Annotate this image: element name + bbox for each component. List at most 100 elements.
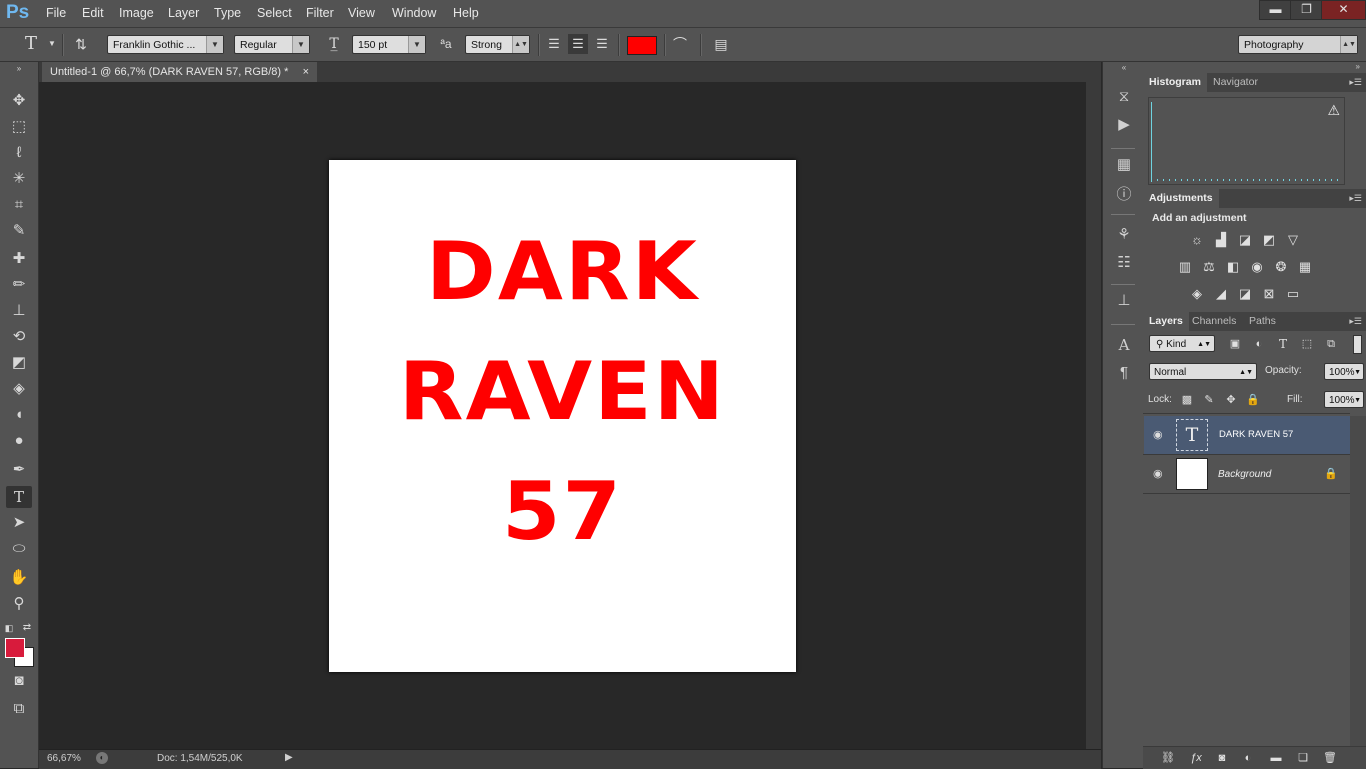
panel-menu-icon[interactable]: ▸☰ xyxy=(1349,77,1362,88)
share-icon[interactable]: ◐ xyxy=(96,752,108,764)
clone-source-icon[interactable]: ⊥ xyxy=(1113,290,1135,312)
character-icon[interactable]: A xyxy=(1113,334,1135,356)
menu-window[interactable]: Window xyxy=(392,6,436,20)
tab-layers[interactable]: Layers xyxy=(1143,312,1189,331)
move-tool-icon[interactable]: ✥ xyxy=(6,90,32,112)
tab-navigator[interactable]: Navigator xyxy=(1207,73,1264,92)
tab-adjustments[interactable]: Adjustments xyxy=(1143,189,1219,208)
text-color-swatch[interactable] xyxy=(627,36,657,55)
new-adjustment-layer-icon[interactable]: ◐ xyxy=(1239,750,1257,766)
close-tab-icon[interactable]: × xyxy=(303,62,309,82)
filter-pixel-icon[interactable]: ▣ xyxy=(1226,336,1244,352)
collapse-icon[interactable]: » xyxy=(1356,62,1360,71)
align-left-icon[interactable]: ☰ xyxy=(544,34,564,54)
warp-text-icon[interactable]: ⌒ xyxy=(670,34,690,54)
character-panel-icon[interactable]: ▤ xyxy=(711,34,731,54)
align-right-icon[interactable]: ☰ xyxy=(592,34,612,54)
panel-menu-icon[interactable]: ▸☰ xyxy=(1349,316,1362,327)
black-white-icon[interactable]: ◧ xyxy=(1224,259,1242,275)
menu-image[interactable]: Image xyxy=(119,6,154,20)
posterize-icon[interactable]: ◢ xyxy=(1212,286,1230,302)
blur-tool-icon[interactable]: ◖ xyxy=(6,404,32,426)
threshold-icon[interactable]: ◪ xyxy=(1236,286,1254,302)
text-orientation-icon[interactable]: ⇅ xyxy=(71,34,91,54)
lock-transparent-icon[interactable]: ▩ xyxy=(1178,392,1196,408)
hue-saturation-icon[interactable]: ▥ xyxy=(1176,259,1194,275)
eye-icon[interactable]: ◉ xyxy=(1153,467,1163,480)
fill-input[interactable]: 100% ▼ xyxy=(1324,391,1364,408)
layer-name[interactable]: Background xyxy=(1218,469,1271,480)
actions-play-icon[interactable]: ▶ xyxy=(1113,114,1135,136)
layer-row-background[interactable]: ◉ Background 🔒 xyxy=(1144,455,1350,493)
menu-select[interactable]: Select xyxy=(257,6,292,20)
filter-shape-icon[interactable]: ⬚ xyxy=(1298,336,1316,352)
brush-presets-icon[interactable]: ⚘ xyxy=(1113,224,1135,246)
new-layer-icon[interactable]: ❏ xyxy=(1294,750,1312,766)
link-layers-icon[interactable]: ⛓ xyxy=(1159,750,1177,766)
layer-row-text[interactable]: ◉ T DARK RAVEN 57 xyxy=(1144,416,1350,454)
blend-mode-select[interactable]: Normal ▲▼ xyxy=(1149,363,1257,380)
layers-scrollbar[interactable] xyxy=(1350,416,1366,746)
vibrance-icon[interactable]: ▽ xyxy=(1284,232,1302,248)
color-balance-icon[interactable]: ⚖ xyxy=(1200,259,1218,275)
menu-edit[interactable]: Edit xyxy=(82,6,104,20)
swatches-icon[interactable]: ▦ xyxy=(1113,154,1135,176)
layer-name[interactable]: DARK RAVEN 57 xyxy=(1219,429,1293,440)
layer-style-icon[interactable]: ƒx xyxy=(1187,750,1205,766)
zoom-tool-icon[interactable]: ⚲ xyxy=(6,593,32,615)
menu-type[interactable]: Type xyxy=(214,6,241,20)
close-button[interactable]: ✕ xyxy=(1321,0,1366,20)
font-size-select[interactable]: 150 pt ▼ xyxy=(352,35,426,54)
lock-position-icon[interactable]: ✥ xyxy=(1222,392,1240,408)
menu-filter[interactable]: Filter xyxy=(306,6,334,20)
font-family-select[interactable]: Franklin Gothic ... ▼ xyxy=(107,35,224,54)
history-icon[interactable]: ⧖ xyxy=(1113,86,1135,108)
layer-mask-icon[interactable]: ◙ xyxy=(1213,750,1231,766)
default-colors-icon[interactable]: ◧ xyxy=(2,617,16,639)
crop-tool-icon[interactable]: ⌗ xyxy=(6,194,32,216)
history-brush-tool-icon[interactable]: ⟲ xyxy=(6,326,32,348)
collapse-icon[interactable]: » xyxy=(6,64,32,74)
filter-adjustment-icon[interactable]: ◐ xyxy=(1250,336,1268,352)
zoom-level[interactable]: 66,67% xyxy=(47,753,81,764)
path-selection-tool-icon[interactable]: ➤ xyxy=(6,512,32,534)
tab-paths[interactable]: Paths xyxy=(1243,312,1282,331)
filter-type-icon[interactable]: T xyxy=(1274,336,1292,352)
menu-layer[interactable]: Layer xyxy=(168,6,199,20)
gradient-map-icon[interactable]: ▭ xyxy=(1284,286,1302,302)
brush-settings-icon[interactable]: ☷ xyxy=(1113,252,1135,274)
tab-channels[interactable]: Channels xyxy=(1186,312,1242,331)
hand-tool-icon[interactable]: ✋ xyxy=(6,567,32,589)
quick-mask-icon[interactable]: ◙ xyxy=(6,670,32,692)
panel-menu-icon[interactable]: ▸☰ xyxy=(1349,193,1362,204)
menu-view[interactable]: View xyxy=(348,6,375,20)
menu-file[interactable]: File xyxy=(46,6,66,20)
status-menu-arrow-icon[interactable]: ▶ xyxy=(285,752,293,763)
levels-icon[interactable]: ▟ xyxy=(1212,232,1230,248)
lock-all-icon[interactable]: 🔒 xyxy=(1244,392,1262,408)
clone-stamp-tool-icon[interactable]: ⊥ xyxy=(6,300,32,322)
document-canvas[interactable]: DARK RAVEN 57 xyxy=(329,160,796,672)
ellipse-tool-icon[interactable]: ⬭ xyxy=(6,538,32,560)
align-center-icon[interactable]: ☰ xyxy=(568,34,588,54)
screen-mode-icon[interactable]: ⧉ xyxy=(6,698,32,720)
menu-help[interactable]: Help xyxy=(453,6,479,20)
info-icon[interactable]: ⓘ xyxy=(1113,184,1135,206)
curves-icon[interactable]: ◪ xyxy=(1236,232,1254,248)
opacity-input[interactable]: 100% ▼ xyxy=(1324,363,1364,380)
eraser-tool-icon[interactable]: ◩ xyxy=(6,352,32,374)
minimize-button[interactable]: ▬ xyxy=(1259,0,1292,20)
new-group-icon[interactable]: ▬ xyxy=(1267,750,1285,766)
foreground-color-swatch[interactable] xyxy=(5,638,25,658)
paint-bucket-tool-icon[interactable]: ◈ xyxy=(6,378,32,400)
type-tool-icon[interactable]: T xyxy=(6,486,32,508)
text-tool-preset-icon[interactable]: T xyxy=(21,34,41,54)
exposure-icon[interactable]: ◩ xyxy=(1260,232,1278,248)
delete-layer-icon[interactable]: 🗑 xyxy=(1321,750,1339,766)
magic-wand-tool-icon[interactable]: ✳ xyxy=(6,168,32,190)
brightness-contrast-icon[interactable]: ☼ xyxy=(1188,232,1206,248)
chevron-down-icon[interactable]: ▼ xyxy=(42,34,62,54)
photo-filter-icon[interactable]: ◉ xyxy=(1248,259,1266,275)
layer-filter-select[interactable]: ⚲ Kind ▲▼ xyxy=(1149,335,1215,352)
lasso-tool-icon[interactable]: ℓ xyxy=(6,142,32,164)
